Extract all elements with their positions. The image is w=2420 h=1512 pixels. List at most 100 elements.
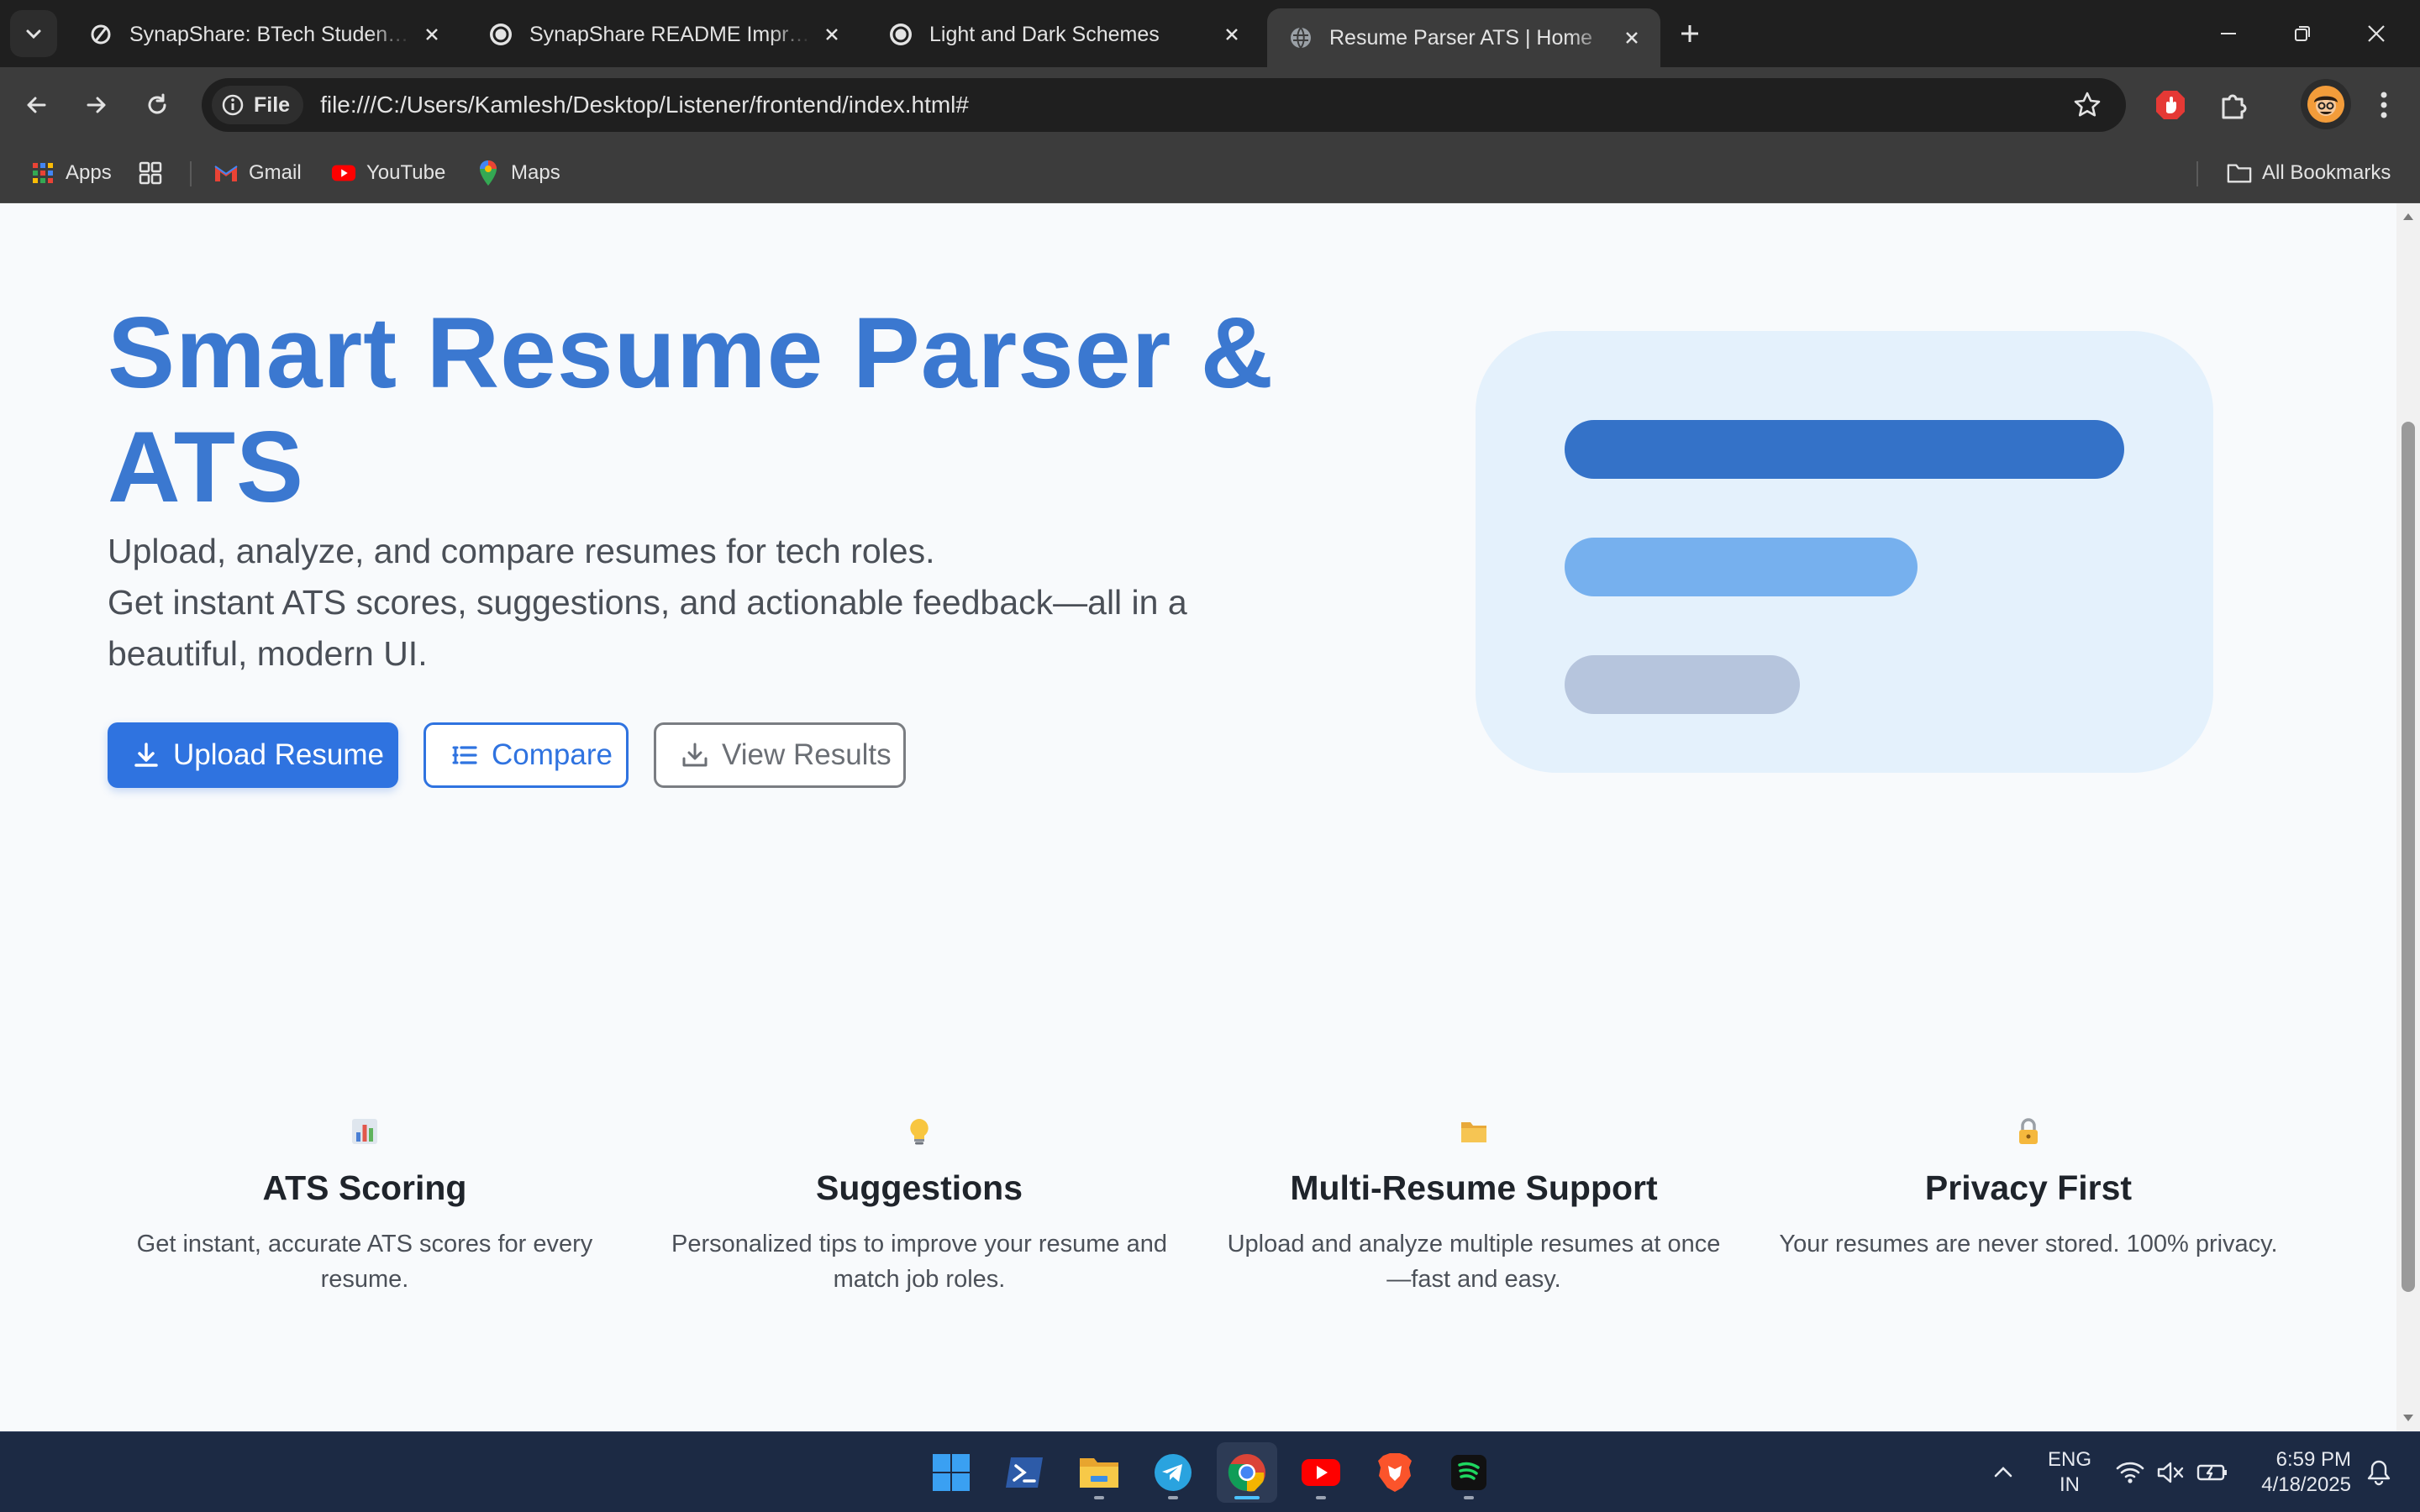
taskbar-brave[interactable] — [1365, 1442, 1425, 1503]
site-info-label: File — [254, 92, 291, 117]
minimize-icon — [2221, 33, 2236, 34]
hero-illustration — [1476, 331, 2213, 773]
telegram-icon — [1155, 1454, 1192, 1491]
clock[interactable]: 6:59 PM 4/18/2025 — [2249, 1432, 2351, 1512]
tab-search-button[interactable] — [10, 10, 57, 57]
hero-subtitle-line: Upload, analyze, and compare resumes for… — [108, 532, 935, 570]
adblock-extension-icon[interactable] — [2151, 86, 2190, 124]
quick-settings-button[interactable] — [2116, 1432, 2228, 1512]
site-info-chip[interactable]: File — [212, 86, 304, 124]
tab-synapshare-readme[interactable]: SynapShare README Improvements — [467, 10, 860, 59]
clock-time: 6:59 PM — [2275, 1448, 2351, 1471]
taskbar-file-explorer[interactable] — [1069, 1442, 1129, 1503]
view-results-label: View Results — [722, 738, 892, 771]
new-tab-button[interactable] — [1670, 13, 1710, 54]
restore-button[interactable] — [2265, 0, 2339, 67]
language-code: ENG — [2047, 1448, 2091, 1471]
page-viewport: Smart Resume Parser & ATS Upload, analyz… — [0, 203, 2396, 1431]
chatgpt-icon — [887, 21, 914, 48]
wifi-icon — [2116, 1462, 2144, 1483]
forward-button[interactable] — [74, 82, 119, 128]
running-indicator — [1234, 1496, 1260, 1499]
file-explorer-icon — [1080, 1458, 1118, 1488]
feature-title: Suggestions — [815, 1168, 1023, 1207]
reload-button[interactable] — [134, 82, 180, 128]
lightbulb-icon — [910, 1119, 929, 1145]
illustration-bar — [1565, 420, 2124, 479]
notifications-button[interactable] — [2366, 1432, 2391, 1512]
youtube-icon — [331, 160, 356, 186]
taskbar-spotify-like-app[interactable] — [1439, 1442, 1499, 1503]
more-vertical-icon — [2381, 92, 2387, 118]
feature-suggestions: Suggestions Personalized tips to improve… — [667, 1117, 1171, 1297]
feature-title: Multi-Resume Support — [1290, 1168, 1658, 1207]
upload-resume-button[interactable]: Upload Resume — [108, 722, 398, 788]
taskbar-telegram[interactable] — [1143, 1442, 1203, 1503]
folder-icon — [2227, 160, 2252, 186]
profile-avatar[interactable] — [2301, 79, 2351, 129]
region-code: IN — [2059, 1473, 2080, 1496]
scrollbar-thumb[interactable] — [2402, 422, 2415, 1292]
terminal-icon — [1006, 1457, 1043, 1488]
list-icon — [452, 746, 477, 764]
feature-description: Personalized tips to improve your resume… — [671, 1231, 1167, 1293]
bookmark-maps[interactable]: Maps — [476, 155, 560, 192]
bookmark-youtube[interactable]: YouTube — [331, 155, 445, 192]
view-results-button[interactable]: View Results — [654, 722, 906, 788]
bell-icon — [2367, 1460, 2391, 1486]
back-arrow-icon — [27, 97, 46, 113]
compare-label: Compare — [492, 738, 613, 771]
tray-overflow-button[interactable] — [1991, 1432, 2015, 1512]
chrome-menu-button[interactable] — [2365, 86, 2403, 124]
running-indicator — [1464, 1496, 1474, 1499]
close-icon[interactable] — [1620, 26, 1644, 50]
start-button[interactable] — [921, 1442, 981, 1503]
maps-pin-icon — [476, 160, 501, 186]
compare-button[interactable]: Compare — [424, 722, 629, 788]
close-icon[interactable] — [1220, 23, 1244, 46]
chrome-icon — [1228, 1454, 1265, 1492]
page-scrollbar[interactable] — [2396, 203, 2420, 1431]
brave-icon — [1378, 1453, 1412, 1492]
plus-icon — [1681, 25, 1698, 42]
hero-title: Smart Resume Parser & ATS — [108, 297, 1275, 523]
folder-icon — [1461, 1122, 1486, 1142]
taskbar-chrome[interactable] — [1217, 1442, 1277, 1503]
avatar-icon — [2307, 86, 2344, 123]
bookmark-label: Gmail — [249, 161, 302, 184]
bookmark-gmail[interactable]: Gmail — [213, 155, 302, 192]
tab-resume-parser[interactable]: Resume Parser ATS | Home — [1267, 8, 1660, 67]
chevron-up-icon — [1994, 1467, 2012, 1478]
feature-ats-scoring: ATS Scoring Get instant, accurate ATS sc… — [113, 1117, 617, 1297]
clock-date: 4/18/2025 — [2261, 1473, 2351, 1496]
url-text[interactable]: file:///C:/Users/Kamlesh/Desktop/Listene… — [320, 92, 969, 118]
tab-groups-button[interactable] — [138, 155, 173, 192]
all-bookmarks-button[interactable]: All Bookmarks — [2227, 155, 2391, 192]
close-icon[interactable] — [820, 23, 844, 46]
minimize-button[interactable] — [2191, 0, 2265, 67]
bookmark-star-icon[interactable] — [2072, 90, 2102, 120]
download-icon — [682, 743, 708, 767]
globe-icon — [1287, 24, 1314, 51]
close-icon[interactable] — [420, 23, 444, 46]
language-indicator[interactable]: ENG IN — [2047, 1432, 2092, 1512]
chevron-down-icon — [26, 29, 41, 39]
taskbar-terminal[interactable] — [995, 1442, 1055, 1503]
bookmark-apps[interactable]: Apps — [30, 155, 112, 192]
back-button[interactable] — [13, 82, 59, 128]
close-icon — [2368, 25, 2385, 42]
tab-synapshare-platform[interactable]: SynapShare: BTech Student Platform — [67, 10, 460, 59]
scroll-up-icon[interactable] — [2402, 210, 2415, 223]
address-bar[interactable]: File file:///C:/Users/Kamlesh/Desktop/Li… — [202, 78, 2126, 132]
extensions-icon[interactable] — [2213, 86, 2252, 124]
illustration-bar — [1565, 538, 1918, 596]
scroll-down-icon[interactable] — [2402, 1411, 2415, 1425]
feature-title: Privacy First — [1924, 1168, 2133, 1207]
tab-groups-icon — [138, 160, 163, 186]
tab-light-dark-schemes[interactable]: Light and Dark Schemes — [867, 10, 1260, 59]
bookmark-separator — [2196, 161, 2198, 186]
taskbar-youtube[interactable] — [1291, 1442, 1351, 1503]
bookmark-label: Maps — [511, 161, 560, 184]
close-window-button[interactable] — [2339, 0, 2413, 67]
info-icon — [222, 94, 244, 116]
